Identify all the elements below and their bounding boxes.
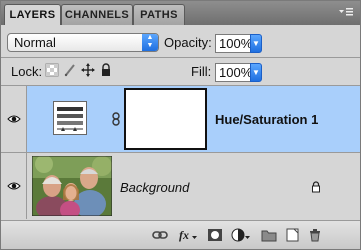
opacity-input[interactable]: 100% (215, 34, 252, 53)
fx-icon[interactable]: fx (178, 228, 198, 242)
divider (1, 57, 360, 58)
visibility-column (1, 153, 27, 219)
eye-icon[interactable] (7, 181, 21, 191)
new-adjustment-layer-icon[interactable] (231, 228, 251, 242)
new-group-icon[interactable] (261, 228, 277, 242)
layers-bottom-toolbar: fx (1, 220, 360, 249)
layer-row-background[interactable]: Background (1, 153, 360, 219)
fill-input[interactable]: 100% (215, 63, 252, 82)
blend-mode-value: Normal (14, 35, 56, 50)
panel-menu-icon[interactable] (338, 7, 354, 19)
layer-mask-thumbnail[interactable] (124, 88, 207, 150)
blend-mode-select[interactable]: Normal ▲ ▼ (7, 33, 159, 52)
lock-label: Lock: (11, 64, 43, 79)
new-layer-icon[interactable] (284, 228, 300, 242)
delete-layer-icon[interactable] (307, 228, 323, 242)
lock-transparent-pixels-icon[interactable] (45, 63, 59, 77)
tab-layers[interactable]: LAYERS (4, 4, 61, 25)
opacity-dropdown-button[interactable]: ▼ (250, 34, 262, 53)
panel-tab-bar: LAYERS CHANNELS PATHS (1, 1, 360, 25)
link-layers-icon[interactable] (152, 228, 168, 242)
layers-panel: LAYERS CHANNELS PATHS Normal ▲ ▼ Opacity:… (0, 0, 361, 250)
add-mask-icon[interactable] (207, 228, 223, 242)
layer-name[interactable]: Hue/Saturation 1 (215, 112, 318, 127)
lock-all-icon[interactable] (99, 63, 113, 77)
mask-link-icon[interactable] (111, 112, 121, 126)
lock-icon (312, 181, 320, 193)
layer-name[interactable]: Background (120, 180, 189, 195)
opacity-label: Opacity: (164, 35, 212, 50)
chevron-updown-icon: ▲ ▼ (142, 34, 158, 51)
fill-label: Fill: (191, 64, 212, 79)
eye-icon[interactable] (7, 114, 21, 124)
tab-paths[interactable]: PATHS (133, 4, 185, 25)
svg-text:fx: fx (179, 228, 189, 242)
lock-image-pixels-icon[interactable] (63, 63, 77, 77)
fill-dropdown-button[interactable]: ▼ (250, 63, 262, 82)
visibility-column (1, 86, 27, 152)
adjustment-layer-icon (53, 101, 87, 135)
tab-channels[interactable]: CHANNELS (61, 4, 133, 25)
photo-thumbnail (32, 156, 112, 216)
lock-position-icon[interactable] (81, 63, 95, 77)
layer-row-hue-saturation[interactable]: Hue/Saturation 1 (1, 86, 360, 152)
